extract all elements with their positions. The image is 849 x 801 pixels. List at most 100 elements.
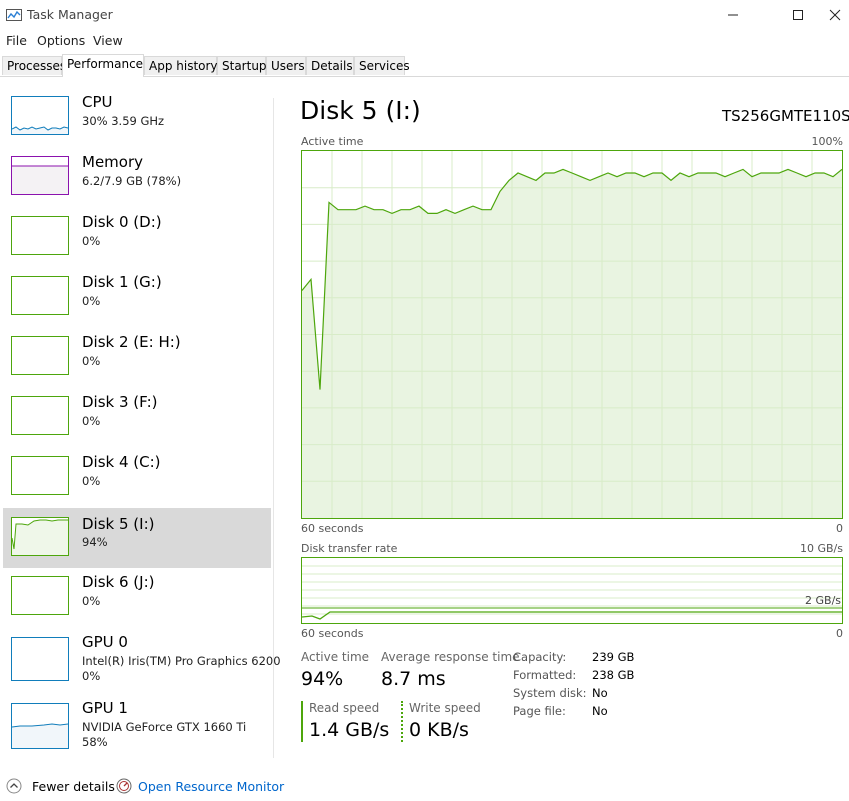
active-time-value: 94% xyxy=(301,668,344,690)
sidebar-item-disk4[interactable]: Disk 4 (C:) 0% xyxy=(3,451,271,509)
sidebar-item-label: Disk 0 (D:) xyxy=(82,213,162,231)
tab-details[interactable]: Details xyxy=(306,56,354,75)
sidebar-item-disk3[interactable]: Disk 3 (F:) 0% xyxy=(3,391,271,449)
read-speed-label: Read speed xyxy=(309,701,380,715)
close-button[interactable] xyxy=(820,0,849,30)
resource-monitor-icon xyxy=(116,778,132,794)
tab-bar: Processes Performance App history Startu… xyxy=(0,54,849,77)
sidebar-item-value: 94% xyxy=(82,535,108,549)
maximize-icon xyxy=(793,10,803,20)
disk-thumbnail xyxy=(11,517,69,556)
system-disk-label: System disk: xyxy=(513,686,587,700)
sidebar-item-value: 0% xyxy=(82,294,101,308)
sidebar-item-label: Disk 4 (C:) xyxy=(82,453,161,471)
minimize-icon xyxy=(728,14,738,16)
formatted-value: 238 GB xyxy=(592,668,635,682)
sidebar-item-value: 0% xyxy=(82,354,101,368)
avg-response-label: Average response time xyxy=(381,650,520,664)
sidebar-item-label: GPU 1 xyxy=(82,699,128,717)
tab-services[interactable]: Services xyxy=(354,56,410,75)
sidebar-item-gpu1[interactable]: GPU 1 NVIDIA GeForce GTX 1660 Ti 58% xyxy=(3,697,271,757)
write-speed-indicator xyxy=(401,701,403,742)
sidebar-item-label: Disk 3 (F:) xyxy=(82,393,158,411)
sidebar-item-cpu[interactable]: CPU 30% 3.59 GHz xyxy=(3,91,271,149)
sidebar-item-disk0[interactable]: Disk 0 (D:) 0% xyxy=(3,211,271,269)
sidebar-item-value: 0% xyxy=(82,234,101,248)
sidebar-item-label: Disk 1 (G:) xyxy=(82,273,162,291)
read-speed-value: 1.4 GB/s xyxy=(309,719,390,741)
tab-app-history[interactable]: App history xyxy=(144,56,218,75)
menu-view[interactable]: View xyxy=(93,33,123,48)
avg-response-value: 8.7 ms xyxy=(381,668,446,690)
sidebar-item-memory[interactable]: Memory 6.2/7.9 GB (78%) xyxy=(3,151,271,209)
page-file-value: No xyxy=(592,704,608,718)
transfer-graph-x-left: 60 seconds xyxy=(301,627,364,640)
open-resource-monitor-link[interactable]: Open Resource Monitor xyxy=(138,779,284,794)
active-time-graph-x-left: 60 seconds xyxy=(301,522,364,535)
capacity-label: Capacity: xyxy=(513,650,567,664)
fewer-details-link[interactable]: Fewer details xyxy=(32,779,115,794)
disk-thumbnail xyxy=(11,396,69,435)
sidebar-item-value: 30% 3.59 GHz xyxy=(82,114,165,128)
disk-thumbnail xyxy=(11,276,69,315)
resource-monitor-icon-wrap[interactable] xyxy=(116,778,132,794)
write-speed-label: Write speed xyxy=(409,701,481,715)
gpu-thumbnail xyxy=(11,637,69,681)
gpu-thumbnail xyxy=(11,703,69,749)
sidebar-item-disk1[interactable]: Disk 1 (G:) 0% xyxy=(3,271,271,329)
active-time-graph-max: 100% xyxy=(811,135,843,148)
disk-thumbnail xyxy=(11,216,69,255)
sidebar-item-label: Disk 2 (E: H:) xyxy=(82,333,181,351)
transfer-graph-marker: 2 GB/s xyxy=(805,594,842,607)
active-time-graph xyxy=(301,150,843,519)
active-time-label: Active time xyxy=(301,650,370,664)
disk-thumbnail xyxy=(11,336,69,375)
sidebar-item-label: CPU xyxy=(82,93,113,111)
read-speed-indicator xyxy=(301,701,303,742)
menu-file[interactable]: File xyxy=(6,33,27,48)
system-disk-value: No xyxy=(592,686,608,700)
tab-startup[interactable]: Startup xyxy=(217,56,267,75)
sidebar-item-gpu0[interactable]: GPU 0 Intel(R) Iris(TM) Pro Graphics 620… xyxy=(3,631,281,693)
sidebar-item-value: 0% xyxy=(82,414,101,428)
active-time-chart xyxy=(301,151,843,518)
sidebar-item-disk2[interactable]: Disk 2 (E: H:) 0% xyxy=(3,331,271,389)
panel-divider xyxy=(273,98,274,758)
disk-thumbnail xyxy=(11,456,69,495)
sidebar-item-disk5[interactable]: Disk 5 (I:) 94% xyxy=(3,508,271,568)
transfer-graph-x-right: 0 xyxy=(836,627,843,640)
sidebar-item-value: 6.2/7.9 GB (78%) xyxy=(82,174,182,188)
maximize-button[interactable] xyxy=(775,0,821,30)
sidebar-item-label: Disk 5 (I:) xyxy=(82,515,155,533)
sidebar-item-value: Intel(R) Iris(TM) Pro Graphics 6200 xyxy=(82,654,281,668)
sidebar-item-value: 58% xyxy=(82,735,108,749)
disk-thumbnail xyxy=(11,576,69,615)
window-title: Task Manager xyxy=(27,7,113,22)
sidebar-item-value: 0% xyxy=(82,474,101,488)
sidebar-item-value: 0% xyxy=(82,594,101,608)
write-speed-value: 0 KB/s xyxy=(409,719,469,741)
sidebar-item-label: Disk 6 (J:) xyxy=(82,573,155,591)
tab-performance[interactable]: Performance xyxy=(62,54,144,77)
sidebar-item-label: GPU 0 xyxy=(82,633,128,651)
sidebar-item-disk6[interactable]: Disk 6 (J:) 0% xyxy=(3,571,271,629)
capacity-value: 239 GB xyxy=(592,650,635,664)
cpu-thumbnail xyxy=(11,96,69,135)
sidebar-item-label: Memory xyxy=(82,153,144,171)
tab-processes[interactable]: Processes xyxy=(2,56,66,75)
menu-options[interactable]: Options xyxy=(37,33,85,48)
active-time-graph-x-right: 0 xyxy=(836,522,843,535)
active-time-graph-label: Active time xyxy=(301,135,364,148)
transfer-rate-chart xyxy=(301,565,842,620)
page-title: Disk 5 (I:) xyxy=(300,96,421,125)
tab-users[interactable]: Users xyxy=(266,56,306,75)
transfer-rate-graph xyxy=(301,557,843,624)
minimize-button[interactable] xyxy=(710,0,756,30)
fewer-details-toggle[interactable] xyxy=(6,778,22,794)
title-bar: Task Manager xyxy=(0,0,849,32)
memory-thumbnail xyxy=(11,156,69,195)
formatted-label: Formatted: xyxy=(513,668,577,682)
chevron-up-icon xyxy=(6,778,22,794)
close-icon xyxy=(829,9,840,21)
disk-model: TS256GMTE110S xyxy=(722,107,849,125)
